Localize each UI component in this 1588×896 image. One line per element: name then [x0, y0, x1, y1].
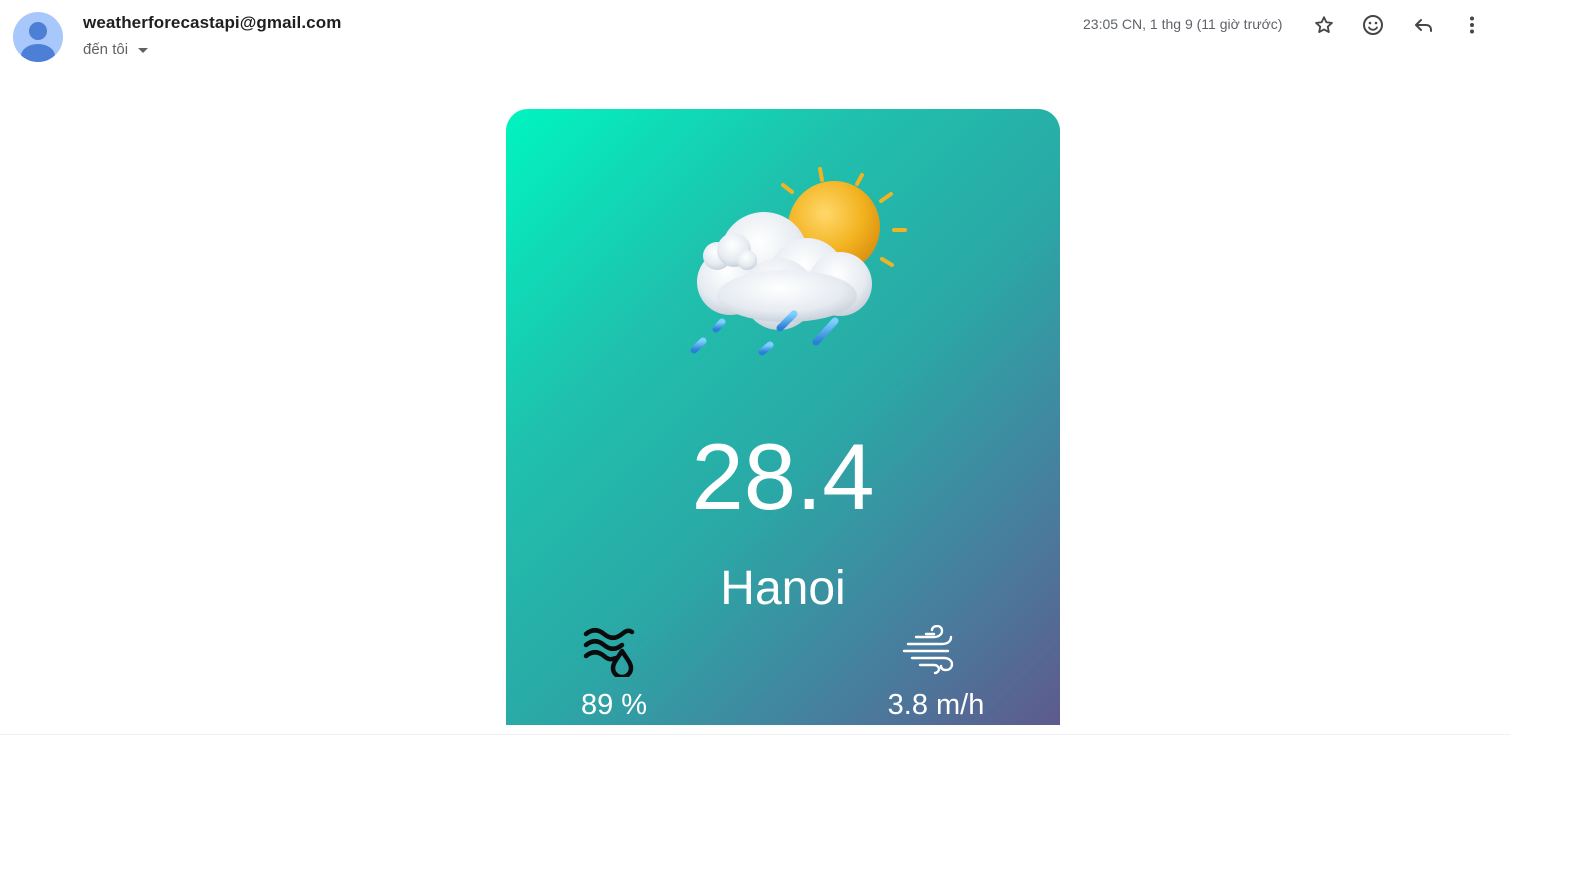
star-button[interactable] [1308, 9, 1340, 41]
wind-icon [902, 625, 954, 675]
recipient-toggle[interactable]: đến tôi [83, 41, 149, 58]
email-view: weatherforecastapi@gmail.com đến tôi 23:… [0, 0, 1588, 896]
temperature-value: 28.4 [691, 424, 875, 529]
sun-cloud-rain-icon [690, 167, 907, 356]
emoji-react-icon [1363, 15, 1383, 35]
sender-avatar[interactable] [13, 12, 63, 62]
reply-button[interactable] [1407, 9, 1439, 41]
star-icon [1315, 16, 1333, 33]
email-header: weatherforecastapi@gmail.com đến tôi 23:… [0, 0, 1510, 70]
more-vert-icon [1470, 16, 1474, 34]
more-options-button[interactable] [1456, 9, 1488, 41]
email-message: weatherforecastapi@gmail.com đến tôi 23:… [0, 0, 1510, 735]
city-name: Hanoi [720, 562, 846, 615]
recipient-label: đến tôi [83, 41, 129, 58]
humidity-icon [583, 628, 635, 677]
caret-down-icon [138, 47, 149, 53]
email-timestamp: 23:05 CN, 1 thg 9 (11 giờ trước) [1083, 16, 1283, 32]
reply-icon [1415, 19, 1432, 32]
default-user-avatar-icon [21, 22, 55, 62]
weather-card: 28.4 Hanoi 89 % 3.8 m/h [506, 109, 1060, 725]
sender-email[interactable]: weatherforecastapi@gmail.com [83, 13, 341, 33]
emoji-react-button[interactable] [1357, 9, 1389, 41]
humidity-value: 89 % [580, 689, 648, 721]
wind-speed-value: 3.8 m/h [887, 689, 985, 721]
